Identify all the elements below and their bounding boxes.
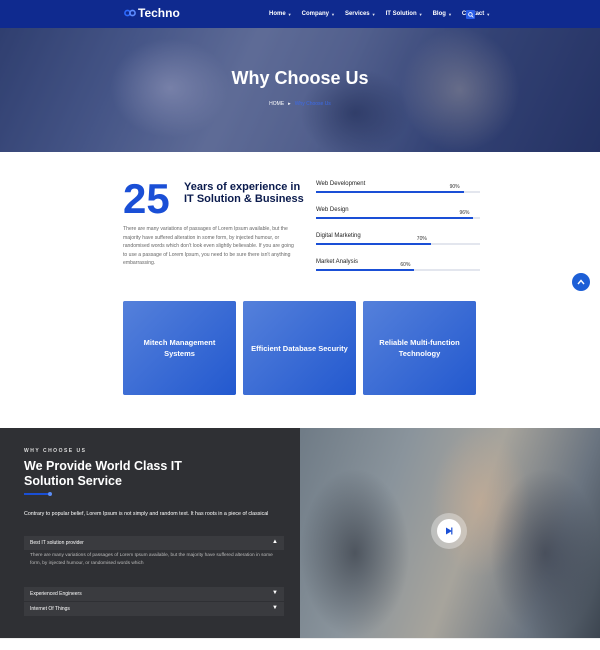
chevron-down-icon: ▼ <box>272 605 278 611</box>
nav-blog[interactable]: Blog ▼ <box>433 11 452 17</box>
skills-list: Web Development 90% Web Design 96% Digit… <box>316 181 480 285</box>
logo-icon <box>124 9 136 17</box>
chevron-down-icon: ▼ <box>287 11 292 17</box>
nav-home-label: Home <box>269 11 286 17</box>
accordion-item-engineers[interactable]: Experienced Engineers ▼ <box>24 587 284 601</box>
skill-fill <box>316 217 474 219</box>
skill-label: Market Analysis <box>316 259 359 265</box>
skill-web-design: Web Design 96% <box>316 207 480 233</box>
accordion-body: There are many variations of passages of… <box>24 550 284 570</box>
section-text: Contrary to popular belief, Lorem Ipsum … <box>24 511 269 517</box>
breadcrumb: HOME ▸ Why Choose Us <box>0 101 600 107</box>
chevron-up-icon <box>577 279 585 285</box>
photo-monitor <box>300 468 410 638</box>
skill-fill <box>316 191 464 193</box>
skill-label: Digital Marketing <box>316 233 361 239</box>
section-label: WHY CHOOSE US <box>24 448 87 454</box>
accordion-title: Best IT solution provider <box>30 540 84 546</box>
chevron-down-icon: ▼ <box>486 11 491 17</box>
skill-fill <box>316 269 415 271</box>
logo-text: Techno <box>138 6 180 20</box>
card-label: Reliable Multi-function Technology <box>379 338 460 358</box>
page-title: Why Choose Us <box>231 68 369 88</box>
chevron-down-icon: ▼ <box>371 11 376 17</box>
card-label: Mitech Management Systems <box>143 338 216 358</box>
accordion-title: Experienced Engineers <box>30 591 82 597</box>
skill-track <box>316 243 480 245</box>
nav-services-label: Services <box>344 11 370 17</box>
hero-overlay <box>0 28 600 152</box>
nav-company-label: Company <box>301 11 329 17</box>
experience-title: Years of experience in IT Solution & Bus… <box>184 181 304 205</box>
skill-web-development: Web Development 90% <box>316 181 480 207</box>
experience-number: 25 <box>123 175 170 222</box>
scroll-top-button[interactable] <box>572 273 590 291</box>
skill-percent: 90% <box>449 184 460 190</box>
search-button[interactable] <box>466 10 475 19</box>
skill-percent: 60% <box>400 262 411 268</box>
skill-percent: 70% <box>416 236 427 242</box>
nav-it-solution-label: IT Solution <box>385 11 417 17</box>
nav-home[interactable]: Home ▼ <box>269 11 292 17</box>
skill-percent: 96% <box>459 210 470 216</box>
page-bottom <box>0 638 600 650</box>
title-underline <box>24 493 50 495</box>
accordion-item-iot[interactable]: Internet Of Things ▼ <box>24 602 284 616</box>
nav-blog-label: Blog <box>432 11 446 17</box>
chevron-down-icon: ▼ <box>272 590 278 596</box>
accordion-item-best-provider[interactable]: Best IT solution provider ▲ <box>24 536 284 550</box>
logo[interactable]: Techno <box>124 6 180 20</box>
breadcrumb-separator-icon: ▸ <box>288 101 291 107</box>
section-title: We Provide World Class IT Solution Servi… <box>24 459 182 488</box>
breadcrumb-current: Why Choose Us <box>294 101 331 107</box>
skill-market-analysis: Market Analysis 60% <box>316 259 480 285</box>
search-icon <box>467 11 474 18</box>
card-label: Efficient Database Security <box>251 343 348 353</box>
skill-digital-marketing: Digital Marketing 70% <box>316 233 480 259</box>
nav-company[interactable]: Company ▼ <box>302 11 335 17</box>
experience-text: There are many variations of passages of… <box>123 226 294 267</box>
skill-track <box>316 217 480 219</box>
feature-card-security[interactable]: Efficient Database Security <box>243 301 356 395</box>
play-video-button[interactable] <box>437 519 461 543</box>
chevron-up-icon: ▲ <box>272 539 278 545</box>
chevron-down-icon: ▼ <box>447 11 452 17</box>
skill-track <box>316 269 480 271</box>
skill-track <box>316 191 480 193</box>
title-underline-dot <box>48 492 52 496</box>
feature-card-technology[interactable]: Reliable Multi-function Technology <box>363 301 476 395</box>
play-icon <box>446 527 453 535</box>
skill-label: Web Design <box>316 207 349 213</box>
chevron-down-icon: ▼ <box>418 11 423 17</box>
skill-fill <box>316 243 431 245</box>
nav-services[interactable]: Services ▼ <box>345 11 376 17</box>
feature-card-management[interactable]: Mitech Management Systems <box>123 301 236 395</box>
breadcrumb-home[interactable]: HOME <box>269 101 284 107</box>
chevron-down-icon: ▼ <box>330 11 335 17</box>
photo-person-woman <box>490 468 600 638</box>
nav-it-solution[interactable]: IT Solution ▼ <box>386 11 423 17</box>
team-photo <box>300 428 600 638</box>
accordion-title: Internet Of Things <box>30 606 70 612</box>
site-header: Techno Home ▼ Company ▼ Services ▼ IT Solut… <box>0 0 600 28</box>
hero-banner: Why Choose Us HOME ▸ Why Choose Us <box>0 28 600 152</box>
